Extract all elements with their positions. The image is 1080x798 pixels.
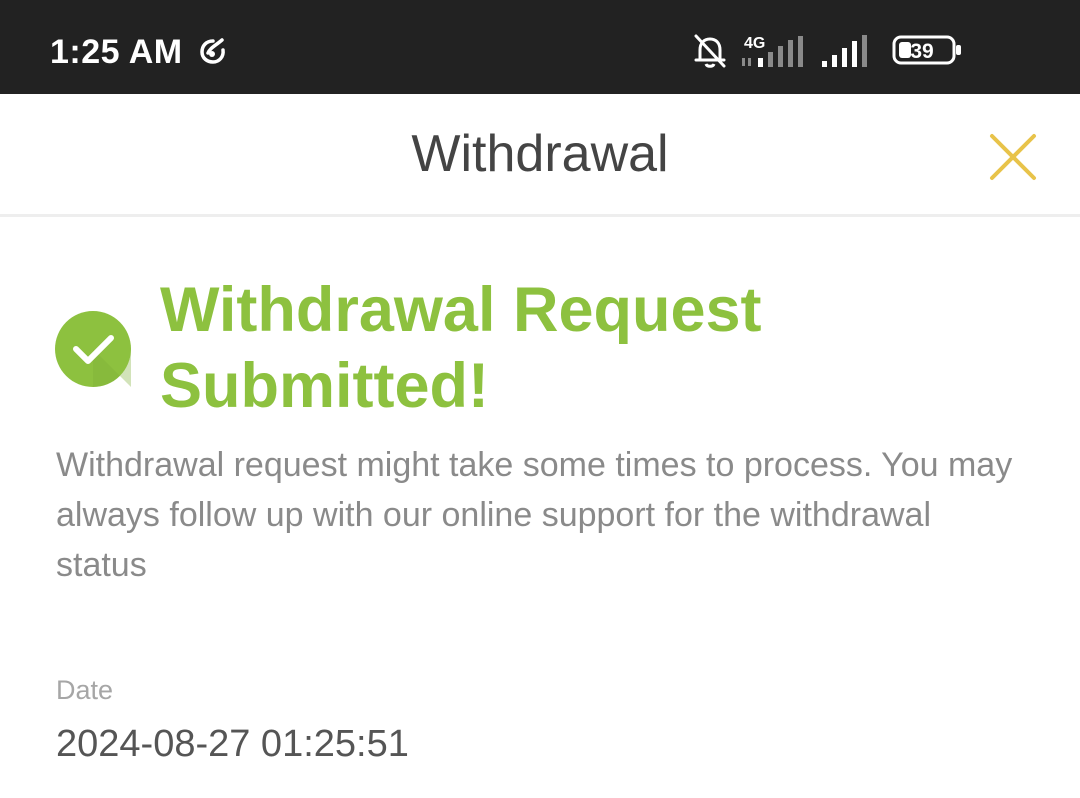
success-title: Withdrawal Request Submitted!	[160, 275, 762, 421]
bell-off-icon	[694, 34, 726, 68]
close-button[interactable]	[986, 130, 1040, 184]
battery-level: 39	[910, 40, 933, 63]
signal-4g-icon: 4G	[742, 35, 803, 67]
check-circle-icon	[55, 311, 131, 387]
close-icon[interactable]	[990, 134, 1036, 180]
status-time: 1:25 AM	[50, 33, 183, 71]
network-label: 4G	[744, 35, 765, 52]
page-header: Withdrawal	[0, 94, 1080, 217]
status-bar: 1:25 AM 4G 39	[0, 0, 1080, 94]
status-message: Withdrawal request might take some times…	[56, 446, 1013, 584]
battery-icon: 39	[892, 35, 961, 65]
signal-icon	[822, 35, 867, 67]
app-notification-icon	[200, 38, 225, 64]
date-label: Date	[56, 675, 114, 705]
page-title: Withdrawal	[411, 125, 669, 183]
date-value: 2024-08-27 01:25:51	[56, 723, 409, 765]
